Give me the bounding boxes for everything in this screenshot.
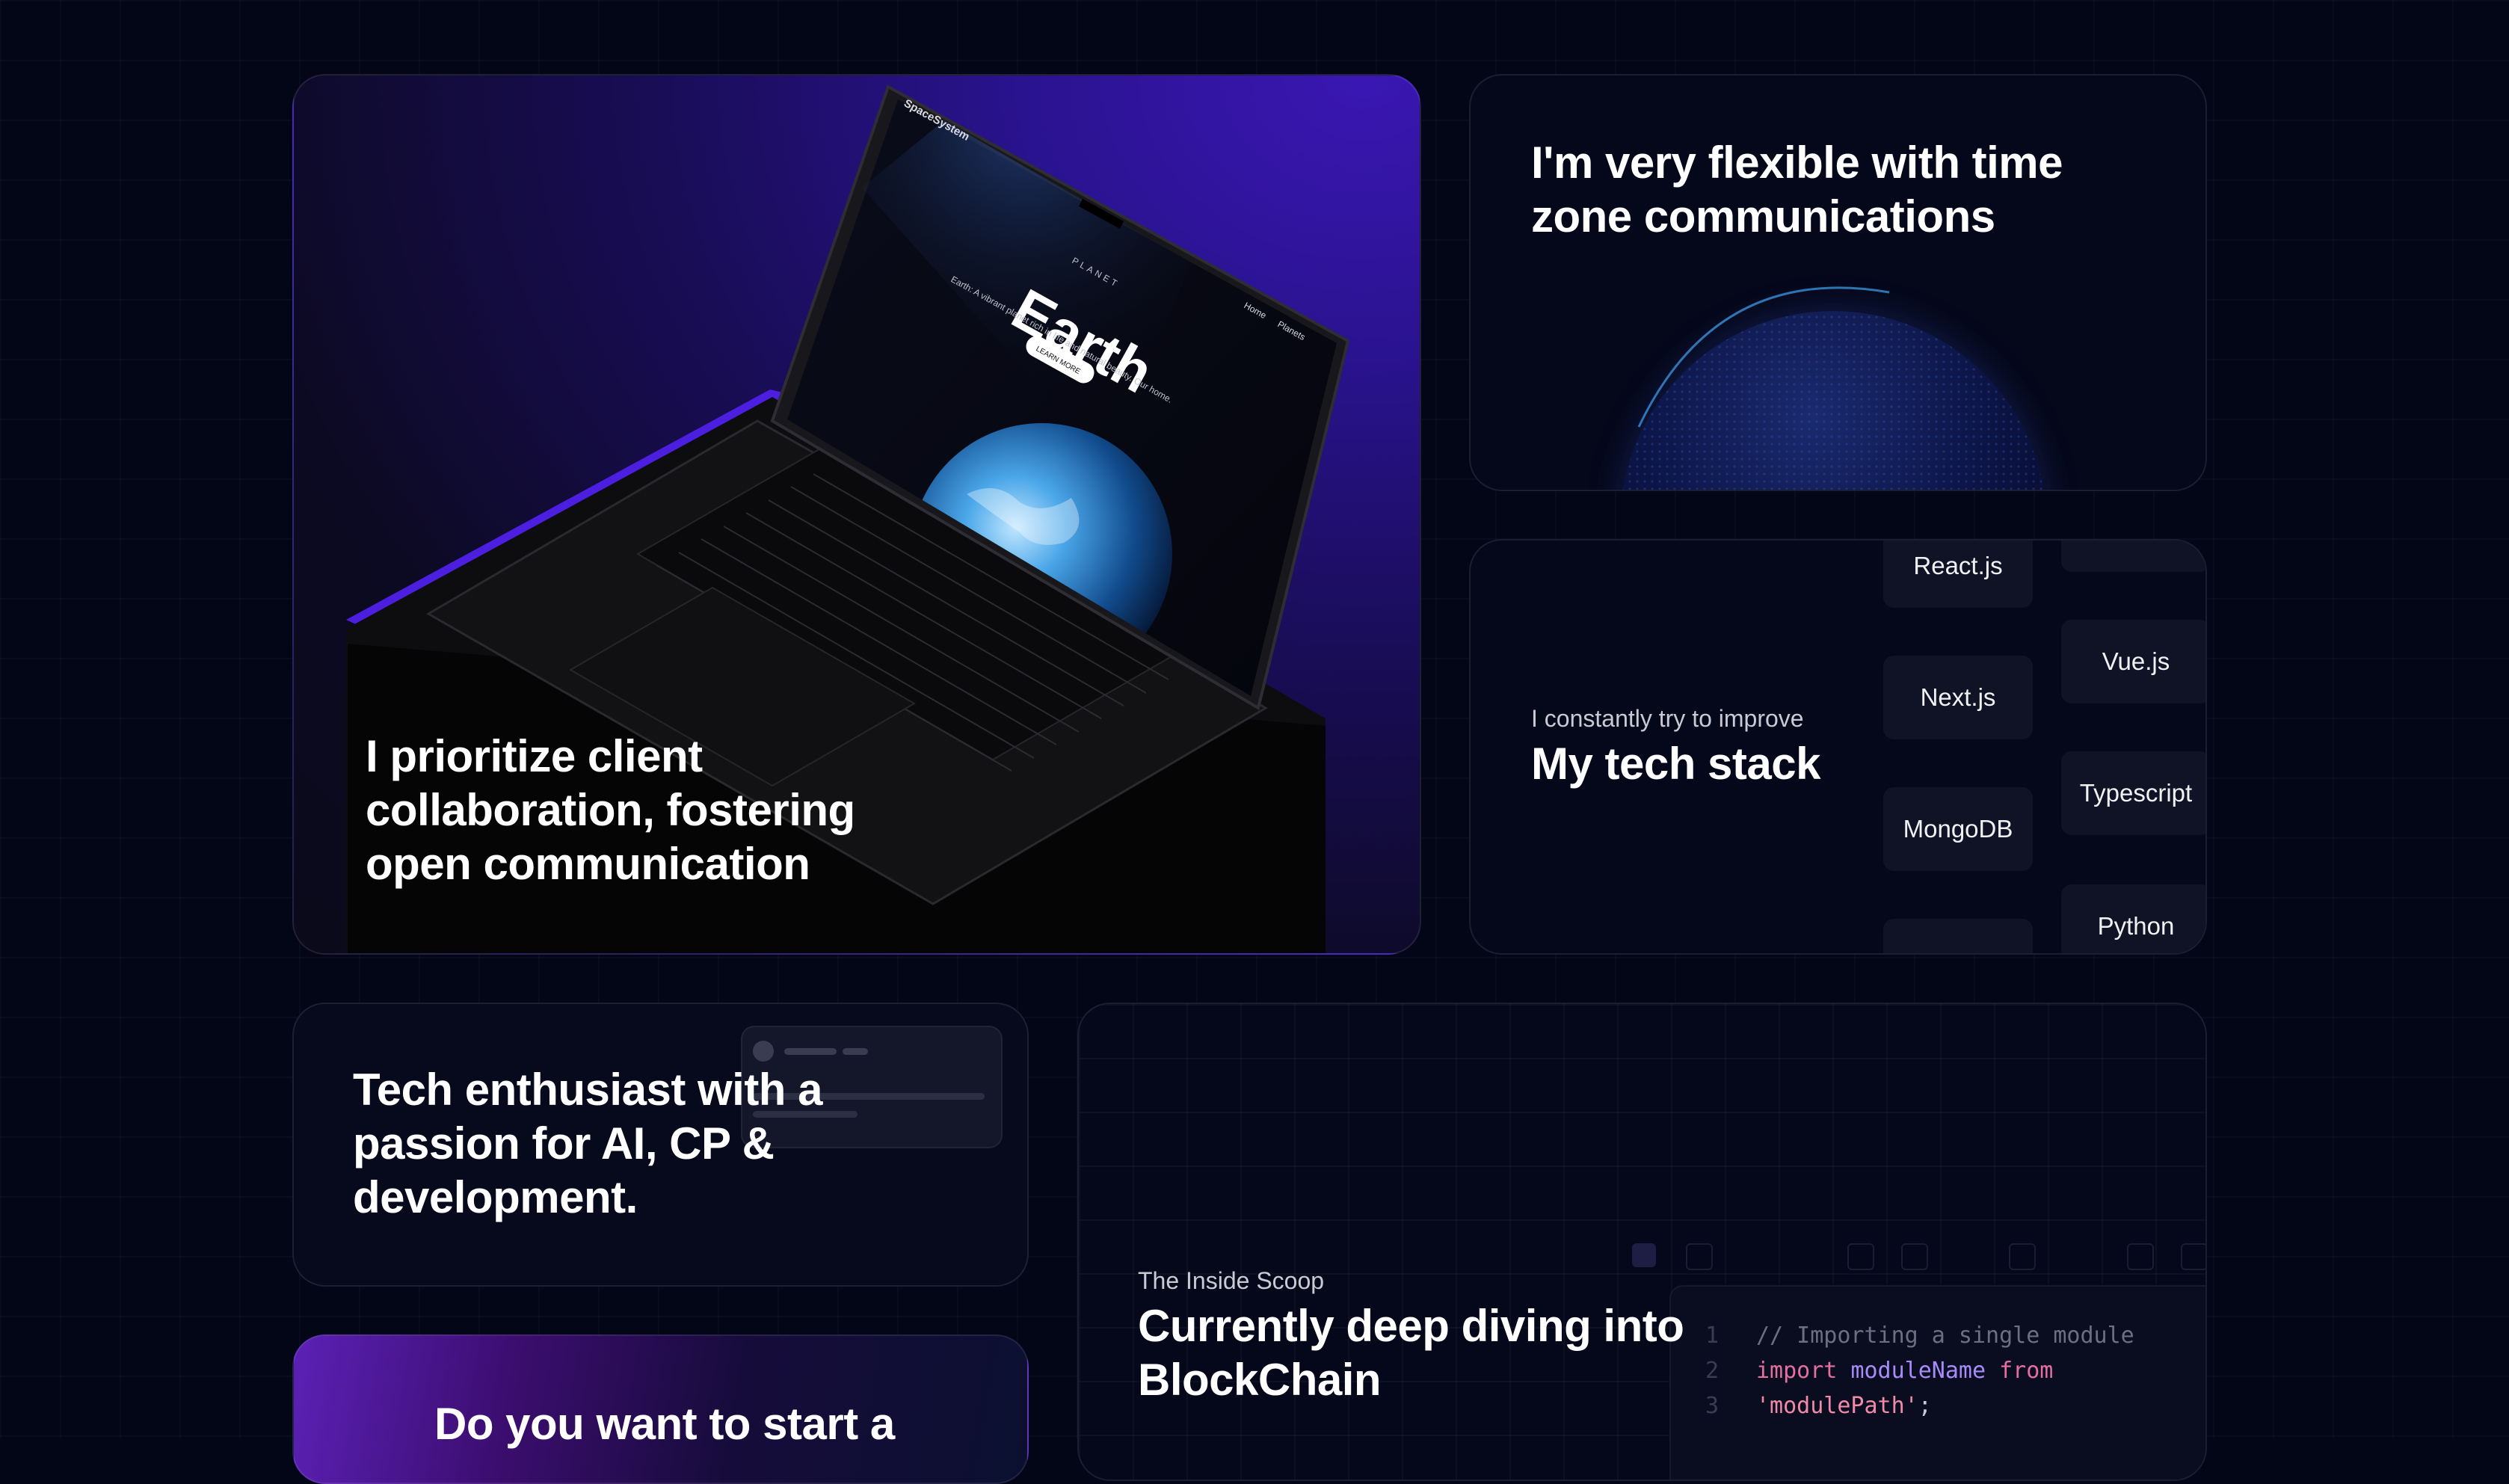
tech-item-react: React.js [1883, 541, 2033, 608]
collaboration-heading: I prioritize client collaboration, foste… [366, 731, 855, 889]
cta-card[interactable]: Do you want to start a [292, 1334, 1029, 1484]
tech-item-next: Next.js [1883, 656, 2033, 739]
code-comment: // Importing a single module [1756, 1323, 2134, 1349]
mock-line [784, 1048, 837, 1055]
code-line-number: 2 [1705, 1358, 1720, 1384]
collaboration-card: SpaceSystem Home Planets PLANET Earth Ea… [292, 74, 1421, 955]
cta-heading: Do you want to start a [434, 1399, 895, 1449]
tech-item-vue: Vue.js [2061, 620, 2205, 703]
blockchain-heading: Currently deep diving into BlockChain [1138, 1301, 1684, 1405]
code-import-line: import moduleName from [1756, 1358, 2054, 1384]
code-path-line: 'modulePath'; [1756, 1393, 1932, 1419]
code-panel: 1 2 3 // Importing a single module impor… [1669, 1285, 2205, 1480]
blockchain-card: 1 2 3 // Importing a single module impor… [1077, 1003, 2207, 1481]
mock-line [843, 1048, 868, 1055]
enthusiast-card: Tech enthusiast with a passion for AI, C… [292, 1003, 1029, 1287]
tech-item-mongodb: MongoDB [1883, 787, 2033, 871]
tech-stack-subtitle: I constantly try to improve [1531, 705, 1804, 732]
tech-stack-title: My tech stack [1531, 739, 1821, 789]
mock-avatar [753, 1041, 774, 1062]
tech-item-typescript: Typescript [2061, 751, 2205, 835]
globe-illustration [1615, 286, 2051, 490]
tech-item-placeholder [2061, 541, 2205, 572]
decor-squares [1632, 1243, 2205, 1273]
tech-item-python: Python [2061, 884, 2205, 953]
timezone-card: I'm very flexible with time zone communi… [1469, 74, 2207, 491]
code-line-number: 3 [1705, 1393, 1720, 1419]
enthusiast-heading: Tech enthusiast with a passion for AI, C… [353, 1065, 823, 1222]
blockchain-subtitle: The Inside Scoop [1138, 1267, 1325, 1294]
code-line-number: 1 [1705, 1323, 1720, 1349]
tech-item-placeholder-bottom [1883, 919, 2033, 953]
tech-stack-card: I constantly try to improve My tech stac… [1469, 539, 2207, 955]
